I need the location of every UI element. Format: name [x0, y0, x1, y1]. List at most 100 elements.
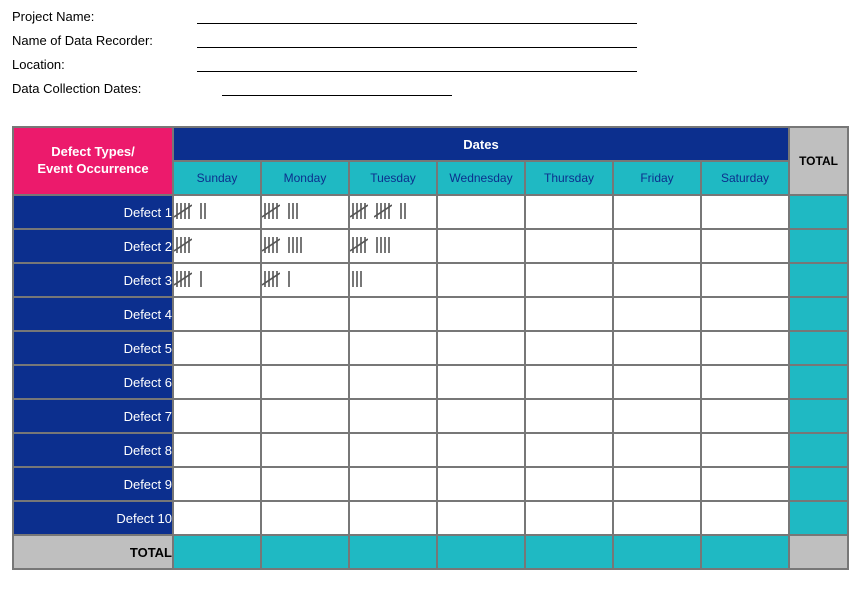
total-row-label: TOTAL — [13, 535, 173, 569]
tally-cell[interactable] — [701, 501, 789, 535]
tally-cell[interactable] — [437, 331, 525, 365]
tally-cell[interactable] — [613, 229, 701, 263]
header-day-5: Friday — [613, 161, 701, 195]
tally-cell[interactable] — [613, 365, 701, 399]
tally-cell[interactable] — [173, 229, 261, 263]
tally-cell[interactable] — [613, 297, 701, 331]
tally-cell[interactable] — [261, 365, 349, 399]
tally-cell[interactable] — [613, 467, 701, 501]
tally-cell[interactable] — [349, 467, 437, 501]
tally-cell[interactable] — [437, 467, 525, 501]
tally-cell[interactable] — [613, 501, 701, 535]
total-cell-3 — [437, 535, 525, 569]
tally-cell[interactable] — [261, 467, 349, 501]
header-day-2: Tuesday — [349, 161, 437, 195]
total-cell-5 — [613, 535, 701, 569]
table-row: Defect 10 — [13, 501, 848, 535]
tally-cell[interactable] — [701, 365, 789, 399]
tally-cell[interactable] — [261, 229, 349, 263]
table-row: Defect 3 — [13, 263, 848, 297]
tally-cell[interactable] — [437, 297, 525, 331]
tally-cell[interactable] — [525, 399, 613, 433]
form-header: Project Name: Name of Data Recorder: Loc… — [12, 8, 850, 96]
header-day-6: Saturday — [701, 161, 789, 195]
tally-cell[interactable] — [261, 263, 349, 297]
tally-cell[interactable] — [261, 331, 349, 365]
tally-cell[interactable] — [525, 195, 613, 229]
tally-cell[interactable] — [349, 365, 437, 399]
row-total-cell — [789, 501, 848, 535]
tally-cell[interactable] — [349, 195, 437, 229]
tally-cell[interactable] — [173, 365, 261, 399]
tally-cell[interactable] — [261, 297, 349, 331]
tally-cell[interactable] — [349, 331, 437, 365]
tally-cell[interactable] — [613, 399, 701, 433]
header-day-4: Thursday — [525, 161, 613, 195]
tally-cell[interactable] — [701, 467, 789, 501]
tally-cell[interactable] — [437, 263, 525, 297]
tally-cell[interactable] — [701, 195, 789, 229]
tally-cell[interactable] — [525, 229, 613, 263]
row-total-cell — [789, 433, 848, 467]
table-row: Defect 2 — [13, 229, 848, 263]
input-project-name-line[interactable] — [197, 8, 637, 24]
tally-cell[interactable] — [349, 263, 437, 297]
row-label: Defect 8 — [13, 433, 173, 467]
tally-cell[interactable] — [173, 297, 261, 331]
tally-cell[interactable] — [525, 331, 613, 365]
tally-cell[interactable] — [701, 399, 789, 433]
label-dates: Data Collection Dates: — [12, 81, 222, 96]
tally-cell[interactable] — [701, 229, 789, 263]
tally-cell[interactable] — [701, 433, 789, 467]
tally-cell[interactable] — [173, 501, 261, 535]
tally-cell[interactable] — [701, 297, 789, 331]
tally-cell[interactable] — [613, 195, 701, 229]
tally-cell[interactable] — [701, 331, 789, 365]
tally-cell[interactable] — [349, 399, 437, 433]
tally-cell[interactable] — [437, 501, 525, 535]
tally-cell[interactable] — [261, 433, 349, 467]
tally-cell[interactable] — [173, 467, 261, 501]
input-location-line[interactable] — [197, 56, 637, 72]
tally-cell[interactable] — [525, 297, 613, 331]
tally-cell[interactable] — [349, 433, 437, 467]
tally-cell[interactable] — [173, 331, 261, 365]
tally-cell[interactable] — [173, 263, 261, 297]
tally-cell[interactable] — [173, 195, 261, 229]
row-total-cell — [789, 331, 848, 365]
tally-cell[interactable] — [437, 195, 525, 229]
tally-cell[interactable] — [437, 399, 525, 433]
row-total-cell — [789, 365, 848, 399]
tally-cell[interactable] — [613, 433, 701, 467]
tally-cell[interactable] — [701, 263, 789, 297]
tally-cell[interactable] — [525, 365, 613, 399]
tally-cell[interactable] — [525, 433, 613, 467]
tally-cell[interactable] — [525, 467, 613, 501]
tally-cell[interactable] — [173, 399, 261, 433]
tally-cell[interactable] — [349, 501, 437, 535]
tally-cell[interactable] — [525, 501, 613, 535]
tally-cell[interactable] — [261, 501, 349, 535]
input-dates-line[interactable] — [222, 80, 452, 96]
grand-total-cell — [789, 535, 848, 569]
tally-cell[interactable] — [261, 195, 349, 229]
row-label: Defect 6 — [13, 365, 173, 399]
tally-cell[interactable] — [437, 229, 525, 263]
total-cell-4 — [525, 535, 613, 569]
header-day-1: Monday — [261, 161, 349, 195]
tally-cell[interactable] — [173, 433, 261, 467]
tally-cell[interactable] — [613, 331, 701, 365]
tally-cell[interactable] — [437, 433, 525, 467]
tally-cell[interactable] — [261, 399, 349, 433]
row-label: Defect 2 — [13, 229, 173, 263]
tally-cell[interactable] — [437, 365, 525, 399]
tally-cell[interactable] — [349, 297, 437, 331]
input-recorder-line[interactable] — [197, 32, 637, 48]
tally-cell[interactable] — [525, 263, 613, 297]
row-dates: Data Collection Dates: — [12, 80, 850, 96]
row-recorder: Name of Data Recorder: — [12, 32, 850, 48]
row-total-cell — [789, 399, 848, 433]
tally-cell[interactable] — [613, 263, 701, 297]
tally-cell[interactable] — [349, 229, 437, 263]
total-cell-0 — [173, 535, 261, 569]
